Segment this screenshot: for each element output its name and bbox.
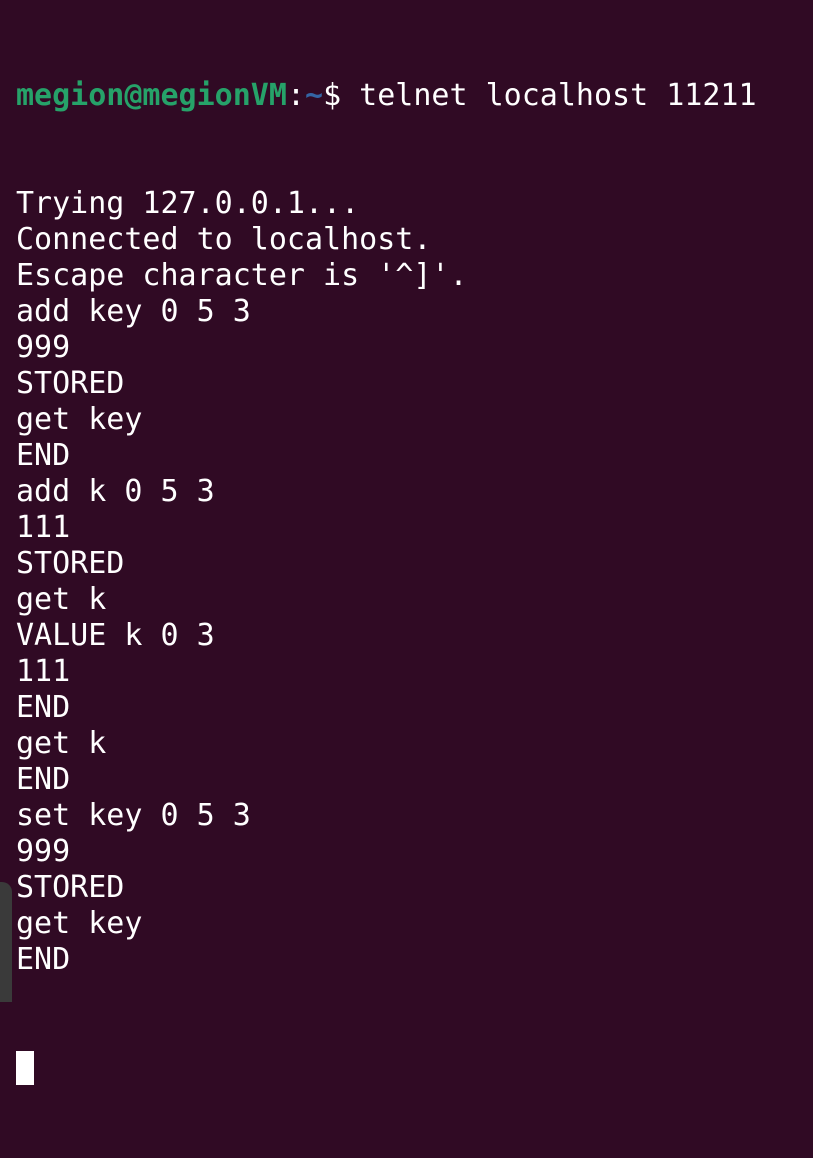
prompt-path: ~ <box>305 78 324 113</box>
output-line: END <box>16 762 71 797</box>
output-line: END <box>16 690 71 725</box>
output-line: Escape character is '^]'. <box>16 258 468 293</box>
output-line: STORED <box>16 546 125 581</box>
prompt-user-host: megion@megionVM <box>16 78 287 113</box>
output-line: 111 <box>16 654 71 689</box>
output-line: Connected to localhost. <box>16 222 432 257</box>
output-line: set key 0 5 3 <box>16 798 251 833</box>
output-line: add k 0 5 3 <box>16 474 215 509</box>
side-panel-edge <box>0 882 12 1002</box>
terminal-screen[interactable]: megion@megionVM:~$ telnet localhost 1121… <box>16 6 806 1158</box>
output-line: END <box>16 438 71 473</box>
prompt-line: megion@megionVM:~$ telnet localhost 1121… <box>16 78 806 114</box>
output-line: 999 <box>16 834 71 869</box>
output-line: STORED <box>16 870 125 905</box>
output-line: get key <box>16 402 143 437</box>
text-cursor[interactable] <box>16 1051 34 1085</box>
prompt-command: telnet localhost 11211 <box>341 78 757 113</box>
output-line: END <box>16 942 71 977</box>
terminal-window[interactable]: megion@megionVM:~$ telnet localhost 1121… <box>0 0 813 1085</box>
output-line: Trying 127.0.0.1... <box>16 186 360 221</box>
terminal-output: Trying 127.0.0.1... Connected to localhos… <box>16 186 806 978</box>
output-line: 111 <box>16 510 71 545</box>
output-line: 999 <box>16 330 71 365</box>
prompt-colon: : <box>286 78 305 113</box>
output-line: STORED <box>16 366 125 401</box>
output-line: get k <box>16 726 107 761</box>
output-line: VALUE k 0 3 <box>16 618 215 653</box>
cursor-line[interactable] <box>16 1050 806 1086</box>
prompt-dollar: $ <box>323 78 342 113</box>
output-line: add key 0 5 3 <box>16 294 251 329</box>
output-line: get k <box>16 582 107 617</box>
output-line: get key <box>16 906 143 941</box>
